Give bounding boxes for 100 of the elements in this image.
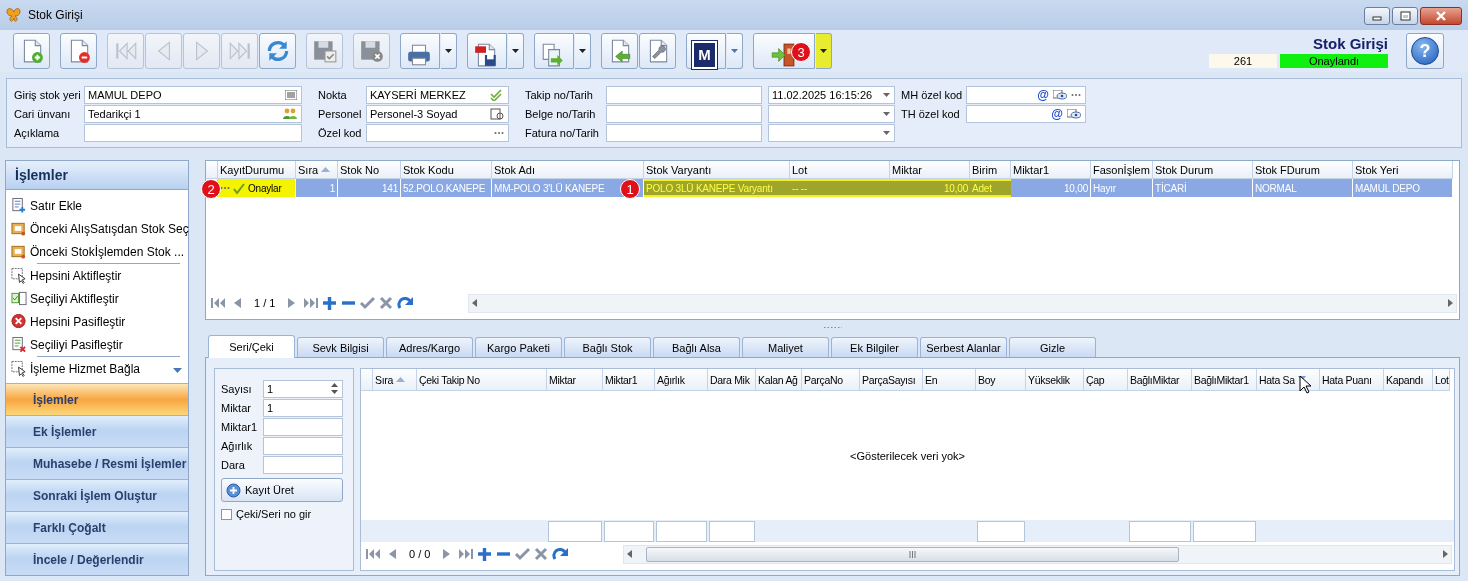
column-header[interactable]: KayıtDurumu [218,161,296,179]
plus-icon[interactable] [321,295,339,311]
dropdown-button[interactable] [727,33,743,69]
column-header[interactable]: Kalan Ağ [756,369,802,391]
menu-item[interactable]: Hepsini Aktifleştir [11,264,188,287]
menu-item[interactable]: Hepsini Pasifleştir [11,310,188,333]
first-record-icon[interactable] [365,546,382,562]
at-button[interactable]: @ [1051,106,1063,121]
check-icon[interactable] [359,295,377,311]
input-field[interactable]: @ [966,85,1086,104]
checkbox[interactable] [221,508,232,520]
tab[interactable]: Seri/Çeki [208,335,295,358]
input-field[interactable]: Personel-3 Soyad [366,104,509,123]
splitter-grip-icon[interactable] [822,326,843,329]
input-field[interactable] [606,123,762,142]
scrollbar-thumb[interactable] [646,546,1180,562]
dropdown-button[interactable] [441,33,457,69]
column-header[interactable]: Birim [970,161,1011,179]
column-header[interactable]: Yükseklik [1026,369,1084,391]
caret-icon[interactable] [883,111,890,116]
toolbar-button[interactable] [259,33,296,69]
tab[interactable]: Maliyet [742,337,829,357]
input-field[interactable]: Tedarikçi 1 [84,104,302,123]
column-header[interactable]: Boy [976,369,1026,391]
menu-item[interactable]: Önceki Stokİşlemden Stok ... [11,240,188,263]
dropdown-button[interactable] [816,33,832,69]
first-record-icon[interactable] [210,295,227,311]
group-button[interactable]: Farklı Çoğalt [6,511,188,543]
menu-item[interactable]: Satır Ekle [11,194,188,217]
column-header[interactable]: Lot [790,161,890,179]
date-field[interactable]: 11.02.2025 16:15:26 [768,85,895,104]
column-header[interactable]: Stok Varyantı [644,161,790,179]
group-button[interactable]: Ek İşlemler [6,415,188,447]
column-header[interactable]: ParçaSayısı [860,369,923,391]
maximize-button[interactable] [1392,7,1418,25]
minimize-button[interactable] [1364,7,1390,25]
scroll-left-icon[interactable] [471,299,480,307]
scroll-down-icon[interactable] [173,368,182,373]
close-button[interactable] [1420,7,1462,25]
tab[interactable]: Adres/Kargo [386,337,473,357]
column-header[interactable]: Sıra [373,369,417,391]
tab[interactable]: Serbest Alanlar [920,337,1007,357]
logo-button[interactable]: M [686,33,726,69]
input-field[interactable] [366,123,509,142]
input-field[interactable] [606,104,762,123]
column-header[interactable]: BağlıMiktar1 [1192,369,1257,391]
toolbar-button[interactable]: 3 [753,33,815,69]
column-header[interactable]: Sıra [296,161,338,179]
input-field[interactable]: KAYSERİ MERKEZ [366,85,509,104]
check-icon[interactable] [514,546,532,562]
tab[interactable]: Ek Bilgiler [831,337,918,357]
horizontal-scrollbar[interactable] [623,544,1452,564]
plus-icon[interactable] [476,546,494,562]
column-header[interactable]: Dara Mik [708,369,756,391]
column-header[interactable]: BağlıMiktar [1128,369,1192,391]
column-header[interactable]: Miktar1 [603,369,655,391]
group-button[interactable]: Sonraki İşlem Oluştur [6,479,188,511]
input-field[interactable]: MAMUL DEPO [84,85,302,104]
column-header[interactable]: Stok FDurum [1253,161,1353,179]
column-header[interactable]: Miktar [890,161,970,179]
dropdown-button[interactable] [575,33,591,69]
redo-icon[interactable] [552,546,570,562]
dropdown-button[interactable] [508,33,524,69]
tab[interactable]: Kargo Paketi [475,337,562,357]
input-field[interactable] [263,455,343,474]
tab[interactable]: Bağlı Alsa [653,337,740,357]
column-header[interactable]: Hata Puanı [1320,369,1384,391]
column-header[interactable]: Ağırlık [655,369,708,391]
create-button[interactable]: Kayıt Üret [221,478,343,502]
column-header[interactable]: Çeki Takip No [417,369,547,391]
column-header[interactable]: Stok Yeri [1353,161,1453,179]
group-button[interactable]: İncele / Değerlendir [6,543,188,575]
menu-item[interactable]: İşleme Hizmet Bağla [11,357,188,380]
menu-item[interactable]: Seçiliyi Aktifleştir [11,287,188,310]
menu-item[interactable]: Seçiliyi Pasifleştir [11,333,188,356]
column-header[interactable]: Miktar [547,369,603,391]
toolbar-button[interactable] [60,33,97,69]
date-field[interactable] [768,123,895,142]
scroll-left-icon[interactable] [626,550,635,558]
column-header[interactable]: Stok No [338,161,401,179]
tab[interactable]: Gizle [1009,337,1096,357]
column-header[interactable]: Stok Adı [492,161,644,179]
date-field[interactable] [768,104,895,123]
toolbar-button[interactable] [467,33,507,69]
column-header[interactable]: Stok Durum [1153,161,1253,179]
input-field[interactable]: 1 [263,398,343,417]
last-record-icon[interactable] [302,295,320,311]
scroll-right-icon[interactable] [1446,299,1454,307]
column-header[interactable]: Fasonİşlem [1091,161,1153,179]
eye-icon[interactable] [1053,89,1067,100]
redo-icon[interactable] [397,295,415,311]
eye-icon[interactable] [1067,108,1081,119]
menu-item[interactable]: Önceki AlışSatışdan Stok Seç [11,217,188,240]
input-field[interactable] [84,123,302,142]
column-header[interactable]: En [923,369,976,391]
input-field[interactable] [263,436,343,455]
input-field[interactable] [263,417,343,436]
column-header[interactable]: ParçaNo [802,369,860,391]
input-field[interactable]: 1 [263,379,343,398]
scroll-right-icon[interactable] [1441,550,1449,558]
